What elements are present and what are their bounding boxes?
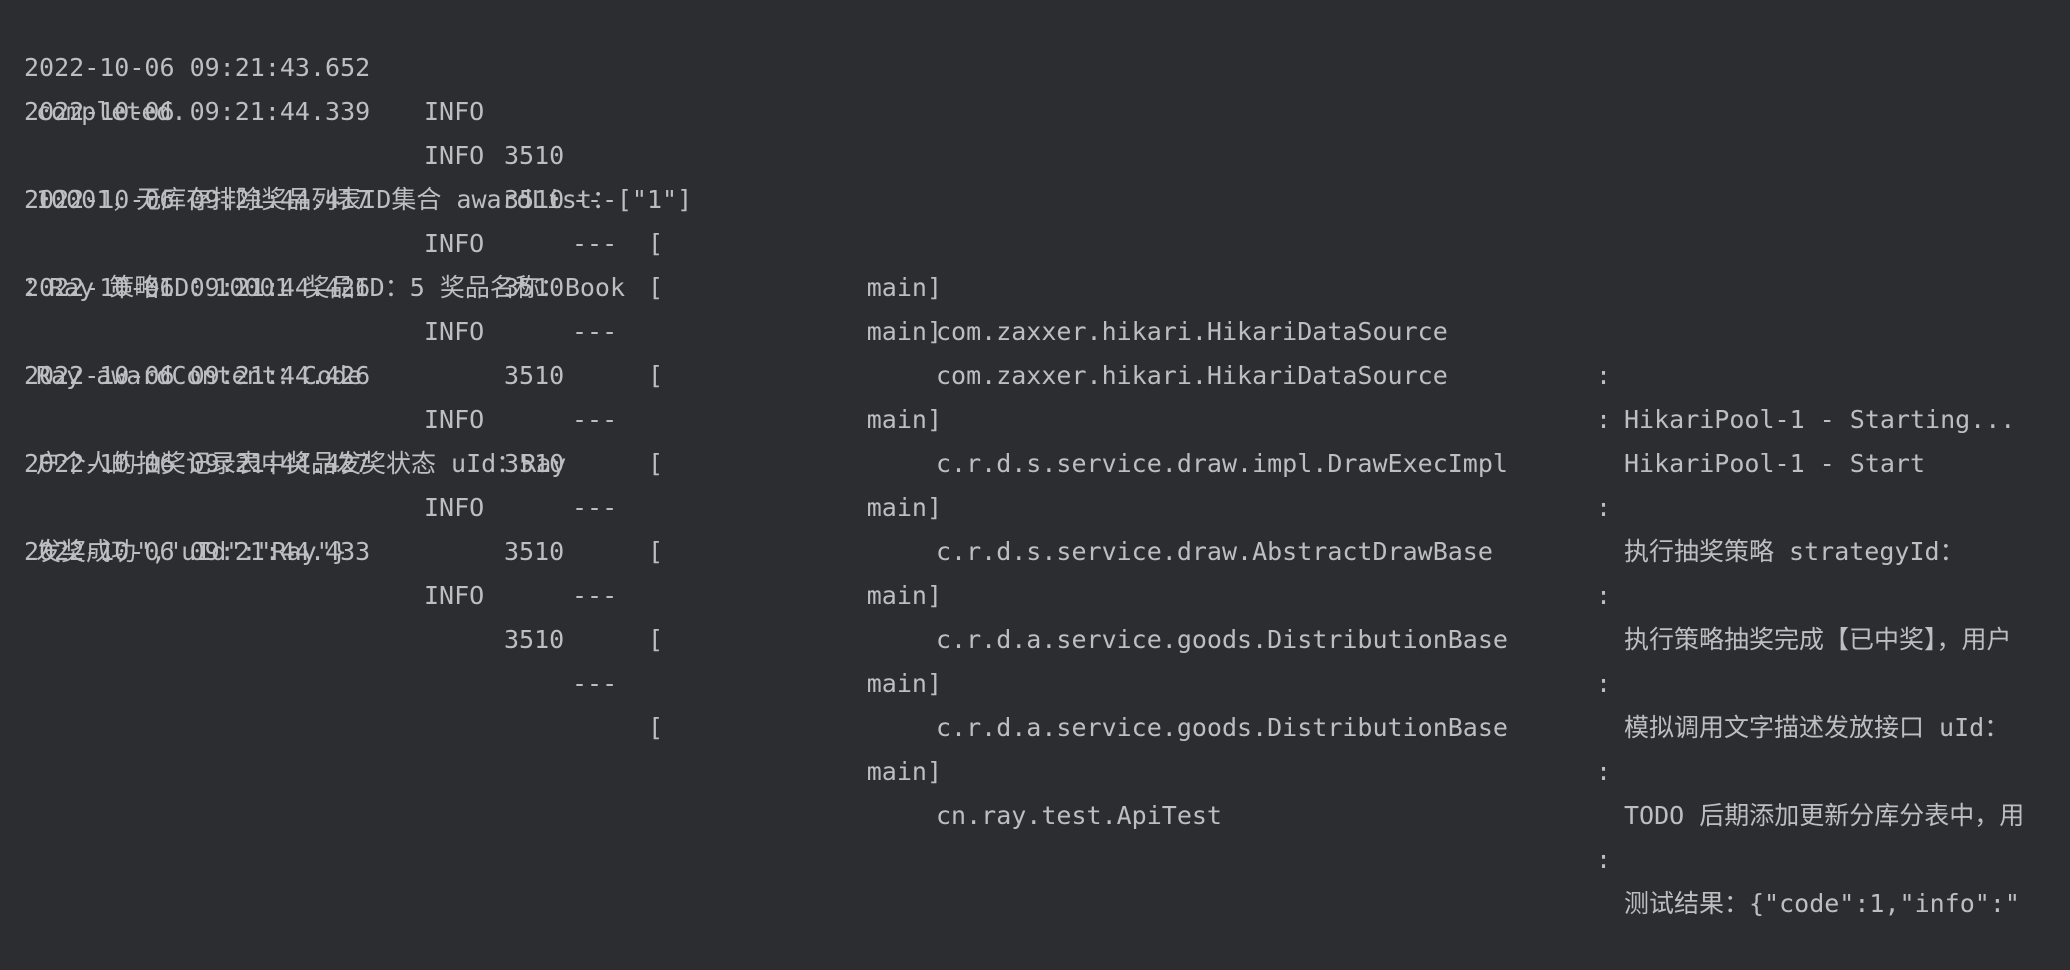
log-logger: cn.ray.test.ApiTest bbox=[936, 801, 1222, 830]
log-message: 执行策略抽奖完成【已中奖】，用户 bbox=[1624, 625, 2012, 654]
log-thread: main] bbox=[866, 493, 942, 522]
log-entry: 2022-10-06 09:21:44.433 INFO 3510 --- [ … bbox=[24, 486, 2020, 918]
log-message: HikariPool-1 - Start bbox=[1624, 449, 1926, 478]
log-message: TODO 后期添加更新分库分表中，用 bbox=[1624, 801, 2025, 830]
log-thread-bracket: [ bbox=[648, 273, 664, 302]
log-pid: 3510 bbox=[504, 361, 565, 390]
log-thread-bracket: [ bbox=[648, 361, 664, 390]
log-thread: main] bbox=[866, 581, 942, 610]
log-thread: main] bbox=[866, 405, 942, 434]
log-level: INFO bbox=[424, 97, 485, 126]
log-separator: --- bbox=[572, 405, 618, 434]
log-entry: 2022-10-06 09:21:44.417 INFO 3510 --- [ … bbox=[24, 134, 1965, 566]
log-pid: 3510 bbox=[504, 141, 565, 170]
log-thread-bracket: [ bbox=[648, 625, 664, 654]
log-message: 测试结果：{"code":1,"info":" bbox=[1624, 889, 2020, 918]
log-level: INFO bbox=[424, 141, 485, 170]
log-level: INFO bbox=[424, 581, 485, 610]
log-colon: : bbox=[1596, 361, 1612, 390]
log-message: HikariPool-1 - Starting... bbox=[1624, 405, 2016, 434]
console-output[interactable]: 2022-10-06 09:21:43.652 INFO 3510 --- [ … bbox=[0, 0, 2070, 918]
log-colon: : bbox=[1596, 757, 1612, 786]
log-thread: main] bbox=[866, 317, 942, 346]
log-separator: --- bbox=[572, 581, 618, 610]
log-thread-bracket: [ bbox=[648, 537, 664, 566]
log-entry: 2022-10-06 09:21:44.427 INFO 3510 --- [ … bbox=[24, 398, 2024, 830]
log-level: INFO bbox=[424, 493, 485, 522]
log-logger: c.r.d.s.service.draw.AbstractDrawBase bbox=[936, 537, 1493, 566]
log-logger: com.zaxxer.hikari.HikariDataSource bbox=[936, 317, 1448, 346]
log-thread: main] bbox=[866, 757, 942, 786]
log-continuation: 10001，无库存排除奖品列表ID集合 awardList：["1"] bbox=[36, 185, 693, 214]
log-logger: c.r.d.a.service.goods.DistributionBase bbox=[936, 713, 1508, 742]
log-level: INFO bbox=[424, 405, 485, 434]
log-level: INFO bbox=[424, 229, 485, 258]
log-pid: 3510 bbox=[504, 537, 565, 566]
log-thread-bracket: [ bbox=[648, 229, 664, 258]
log-logger: c.r.d.s.service.draw.impl.DrawExecImpl bbox=[936, 449, 1508, 478]
log-colon: : bbox=[1596, 405, 1612, 434]
log-pid: 3510 bbox=[504, 625, 565, 654]
log-separator: --- bbox=[572, 317, 618, 346]
log-separator: --- bbox=[572, 229, 618, 258]
log-colon: : bbox=[1596, 669, 1612, 698]
log-colon: : bbox=[1596, 845, 1612, 874]
log-logger: com.zaxxer.hikari.HikariDataSource bbox=[936, 361, 1448, 390]
log-logger: c.r.d.a.service.goods.DistributionBase bbox=[936, 625, 1508, 654]
log-continuation: 发奖成功","uId":"Ray"} bbox=[36, 537, 347, 566]
log-continuation: 户个人的抽奖记录表中奖品发奖状态 uId：Ray bbox=[36, 449, 567, 478]
log-continuation: completed. bbox=[36, 97, 187, 126]
log-message: 模拟调用文字描述发放接口 uId： bbox=[1624, 713, 2010, 742]
log-thread: main] bbox=[866, 669, 942, 698]
log-colon: : bbox=[1596, 493, 1612, 522]
log-colon: : bbox=[1596, 581, 1612, 610]
log-message: 执行抽奖策略 strategyId： bbox=[1624, 537, 1965, 566]
log-entry: 2022-10-06 09:21:44.426 INFO 3510 --- [ … bbox=[24, 310, 2009, 742]
log-continuation: ：Ray 策略ID：10001 奖品ID：5 奖品名称：Book bbox=[24, 273, 626, 302]
log-thread: main] bbox=[866, 273, 942, 302]
log-entry: 2022-10-06 09:21:43.652 INFO 3510 --- [ … bbox=[24, 2, 2015, 434]
log-continuation: Ray awardContent：Code bbox=[36, 361, 363, 390]
log-separator: --- bbox=[572, 493, 618, 522]
log-entry: 2022-10-06 09:21:44.426 INFO 3510 --- [ … bbox=[24, 222, 2012, 654]
log-level: INFO bbox=[424, 317, 485, 346]
log-entry: 2022-10-06 09:21:44.339 INFO 3510 --- [ … bbox=[24, 46, 1925, 478]
log-thread-bracket: [ bbox=[648, 449, 664, 478]
log-separator: --- bbox=[572, 669, 618, 698]
log-thread-bracket: [ bbox=[648, 713, 664, 742]
